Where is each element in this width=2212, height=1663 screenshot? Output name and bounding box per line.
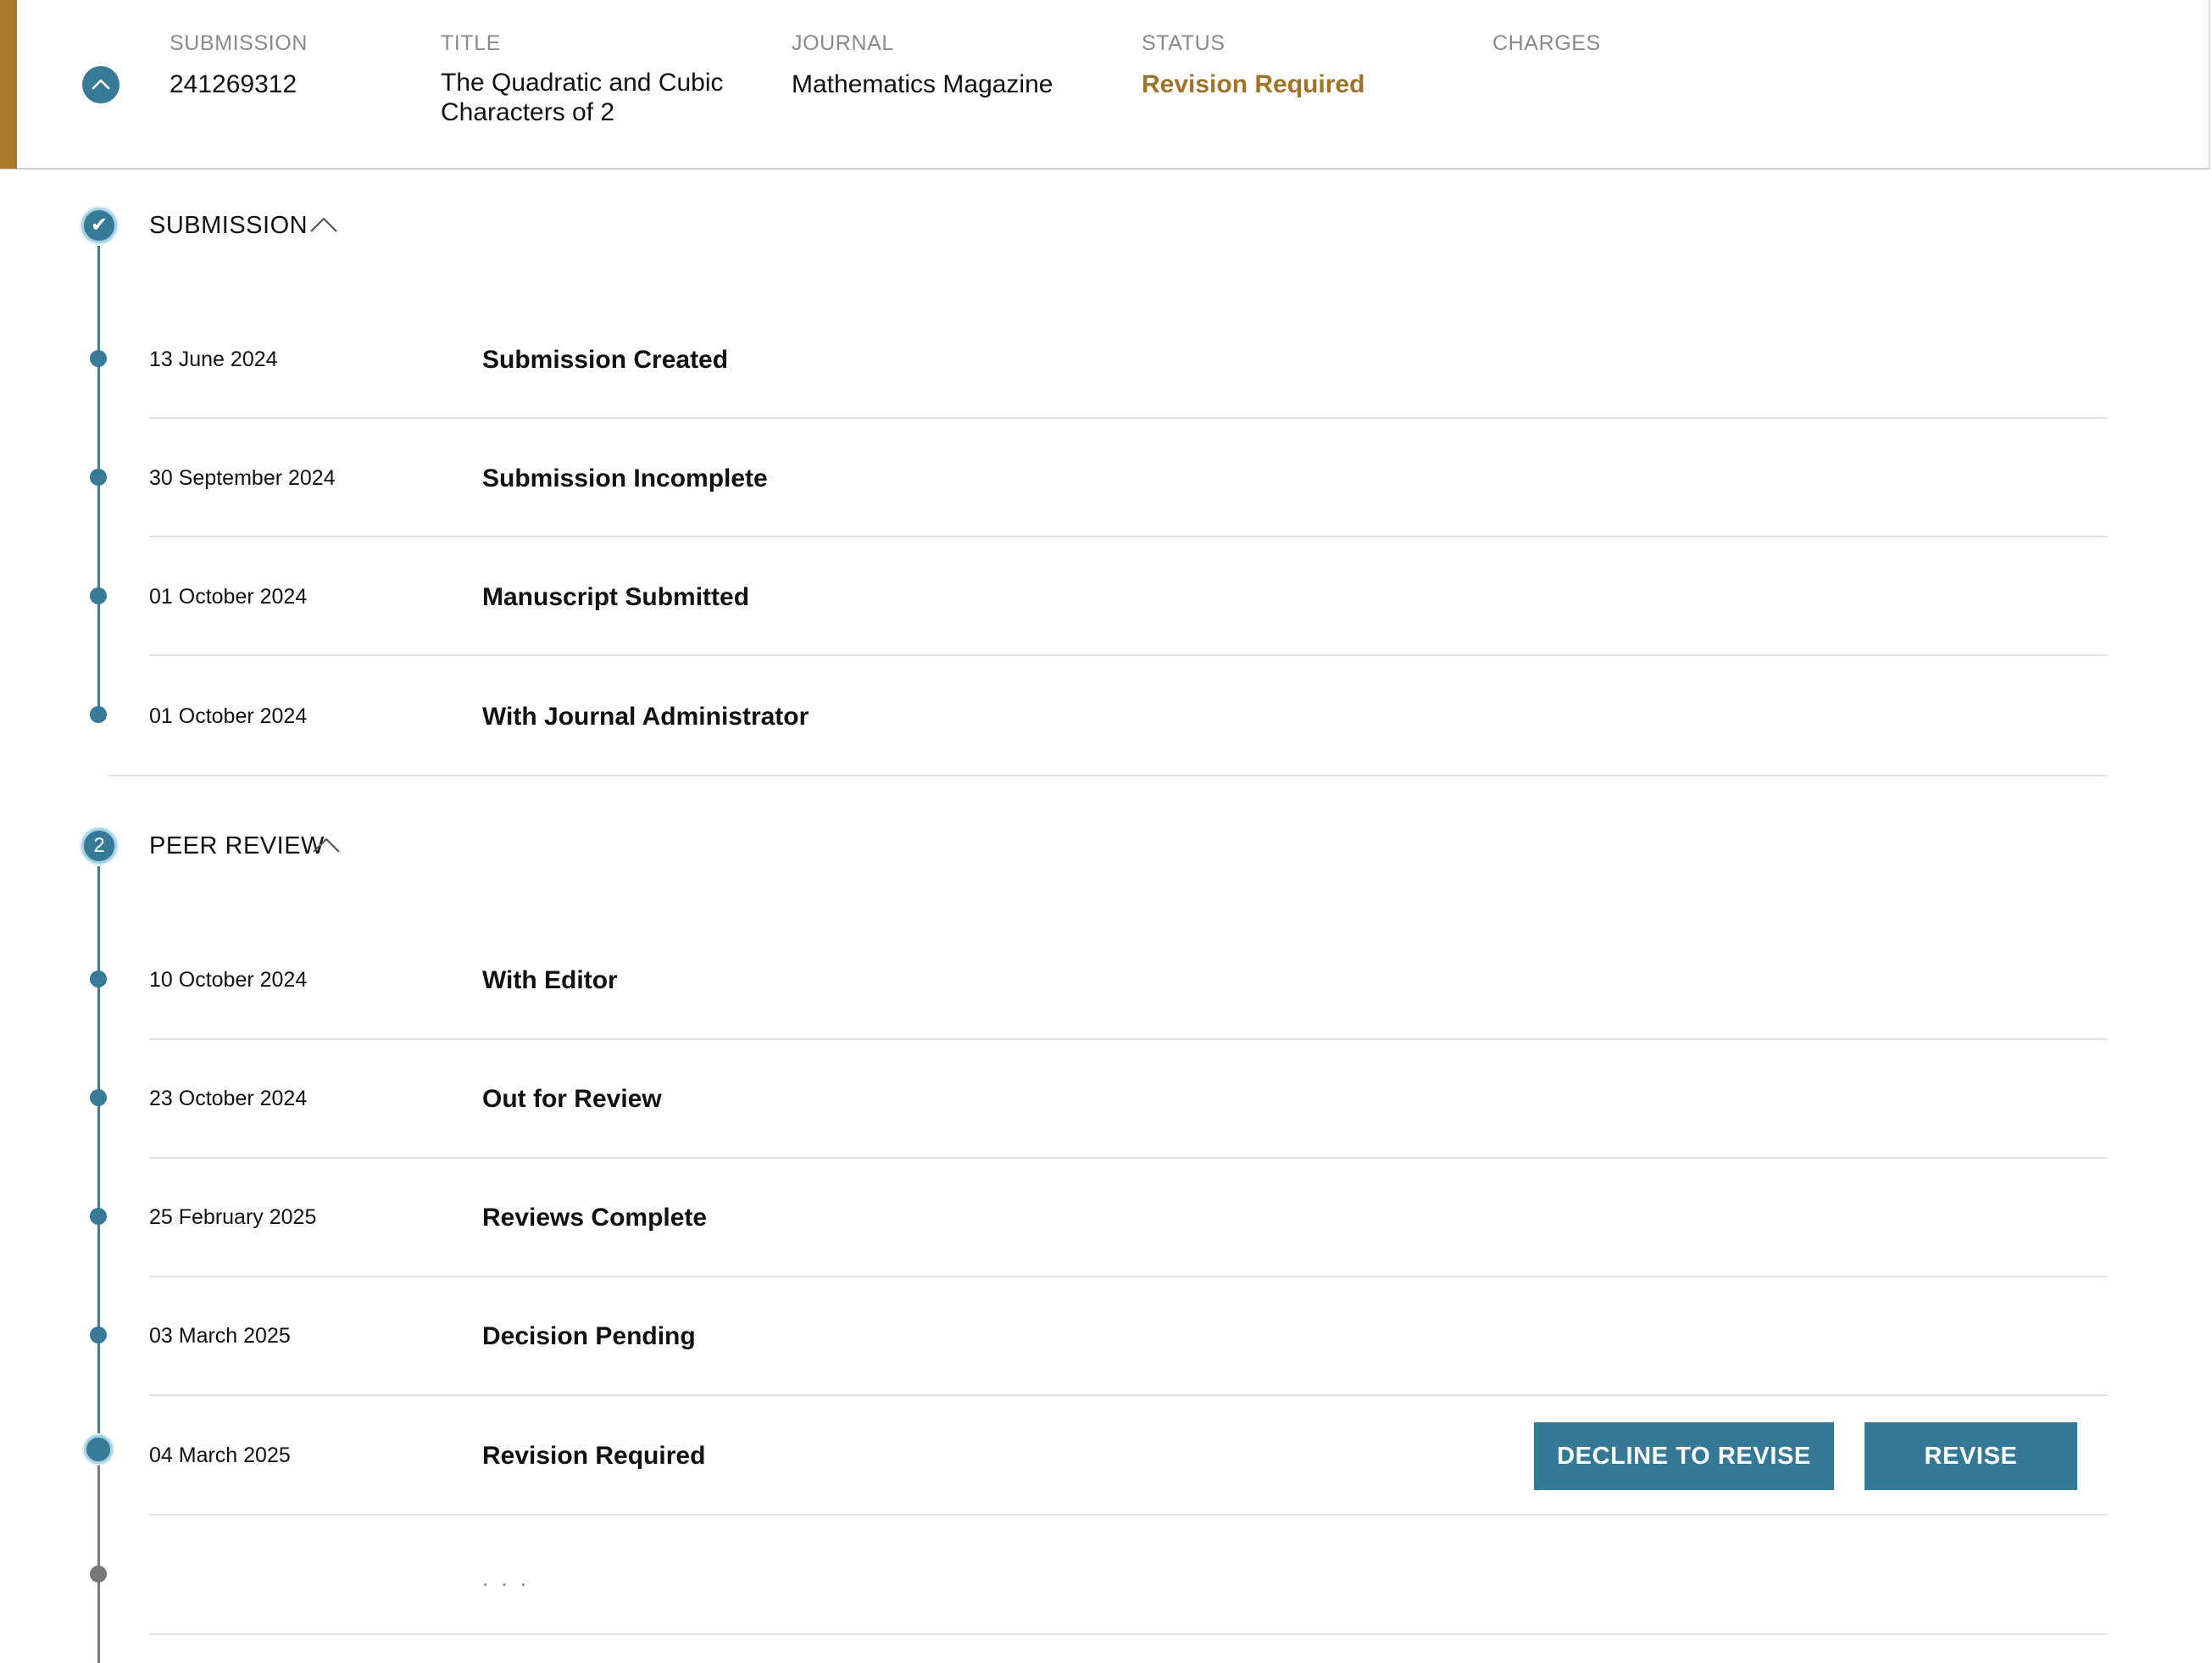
manuscript-title: The Quadratic and Cubic Characters of 2 [441, 69, 724, 126]
chevron-up-icon [92, 79, 110, 90]
checkmark-icon: ✔ [90, 214, 108, 236]
event-date: 23 October 2024 [149, 1087, 308, 1110]
event-name: Submission Incomplete [482, 464, 768, 492]
event-date: 25 February 2025 [149, 1205, 317, 1229]
charges-column: CHARGES [1492, 31, 1601, 56]
timeline-dot [90, 469, 107, 486]
submission-summary: SUBMISSION 241269312 TITLE The Quadratic… [0, 0, 2210, 170]
row-divider [149, 1633, 2108, 1635]
journal-name: Mathematics Magazine [792, 70, 1053, 98]
status-label: STATUS [1142, 31, 1225, 55]
stage-title-submission: SUBMISSION [149, 212, 308, 239]
event-name: Submission Created [482, 346, 729, 374]
event-name: Out for Review [482, 1085, 662, 1113]
event-date: 13 June 2024 [149, 348, 278, 371]
row-divider [149, 1038, 2108, 1040]
charges-label: CHARGES [1492, 31, 1601, 55]
revise-button[interactable]: REVISE [1865, 1422, 2077, 1490]
timeline-line-peer-review [97, 866, 100, 1443]
row-divider [149, 536, 2108, 537]
row-divider [149, 1514, 2108, 1516]
submission-label: SUBMISSION [170, 31, 308, 55]
submission-column: SUBMISSION 241269312 [170, 31, 308, 99]
row-divider [149, 1276, 2108, 1277]
event-date: 30 September 2024 [149, 466, 336, 490]
timeline-dot-pending [90, 1566, 107, 1582]
summary-accent-bar [0, 0, 17, 169]
event-date: 04 March 2025 [149, 1443, 291, 1467]
event-date: 10 October 2024 [149, 968, 308, 992]
timeline-dot [90, 1208, 107, 1225]
status-column: STATUS Revision Required [1142, 31, 1364, 99]
journal-label: JOURNAL [792, 31, 894, 55]
timeline-line-future [97, 1458, 100, 1663]
stage-number-badge: 2 [81, 828, 117, 864]
timeline-dot [90, 587, 107, 604]
stage-title-peer-review: PEER REVIEW [149, 832, 325, 859]
event-date: 01 October 2024 [149, 585, 308, 609]
journal-column: JOURNAL Mathematics Magazine [792, 31, 1053, 99]
event-name: Reviews Complete [482, 1204, 708, 1232]
decline-to-revise-button[interactable]: DECLINE TO REVISE [1534, 1422, 1834, 1490]
row-divider [149, 1394, 2108, 1396]
event-name: Decision Pending [482, 1322, 696, 1350]
timeline-dot [90, 1089, 107, 1106]
row-divider [149, 417, 2108, 419]
submission-number: 241269312 [170, 70, 297, 98]
stage-complete-badge: ✔ [81, 208, 117, 243]
title-label: TITLE [441, 31, 502, 55]
chevron-up-icon[interactable] [308, 215, 339, 234]
event-name: Revision Required [482, 1442, 706, 1470]
timeline-dot [90, 1327, 107, 1343]
title-column: TITLE The Quadratic and Cubic Characters… [441, 31, 729, 127]
stage-number: 2 [93, 834, 105, 857]
section-divider [108, 775, 2108, 776]
event-name: With Editor [482, 966, 618, 994]
event-name: Manuscript Submitted [482, 583, 750, 611]
row-divider [149, 1157, 2108, 1159]
timeline-dot [90, 706, 107, 723]
collapse-button[interactable] [82, 66, 119, 103]
status-value: Revision Required [1142, 70, 1365, 98]
event-date: 03 March 2025 [149, 1324, 291, 1348]
chevron-up-icon[interactable] [311, 836, 342, 854]
timeline-dot-current [84, 1435, 113, 1464]
event-date: 01 October 2024 [149, 704, 308, 728]
timeline-dot [90, 350, 107, 367]
pending-steps-ellipsis: . . . [482, 1566, 531, 1591]
event-name: With Journal Administrator [482, 703, 809, 731]
timeline-dot [90, 971, 107, 987]
row-divider [149, 654, 2108, 656]
